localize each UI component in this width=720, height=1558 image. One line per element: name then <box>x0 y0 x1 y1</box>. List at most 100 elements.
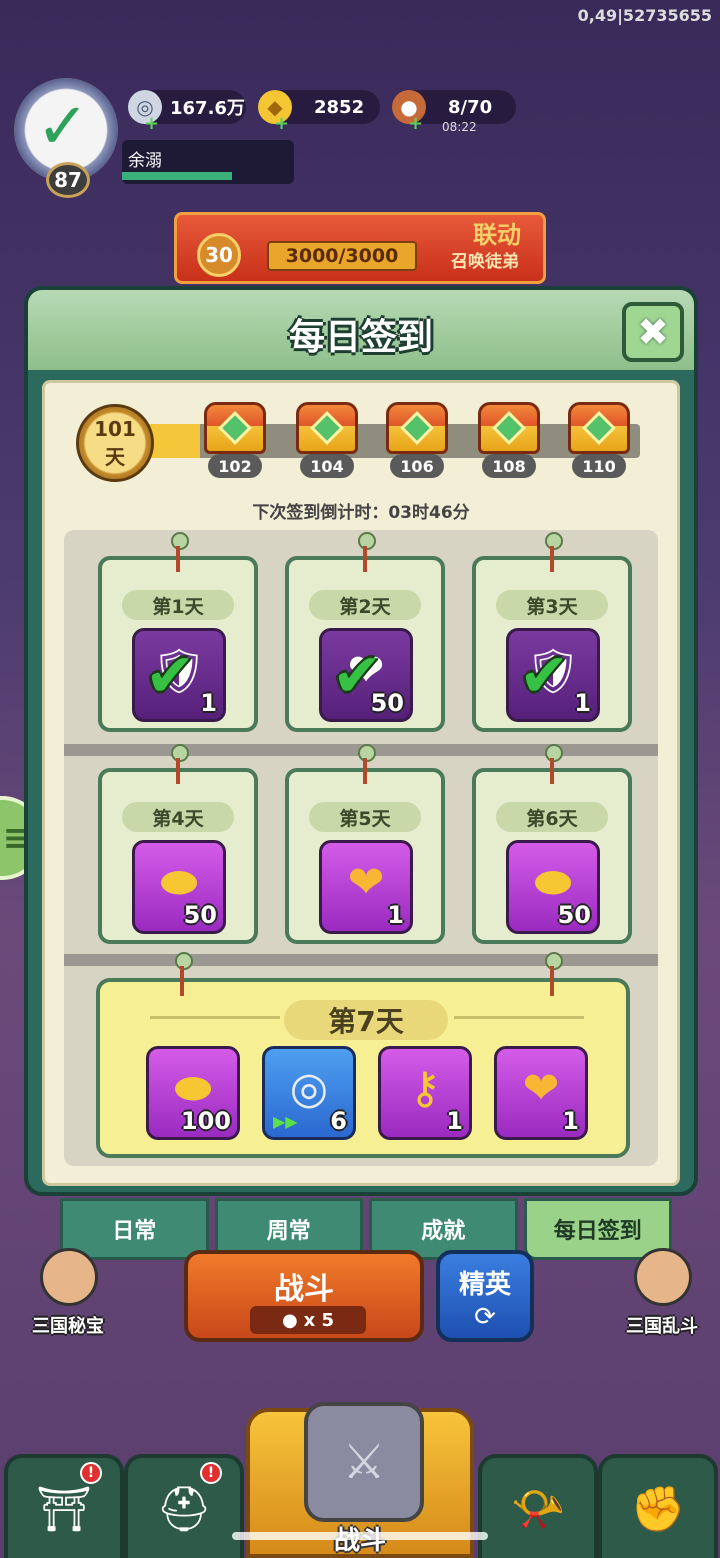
milestone-chest[interactable]: 104 <box>296 402 358 482</box>
side-entry-label: 三国乱斗 <box>626 1316 698 1337</box>
elite-label: 精英 <box>458 1270 511 1300</box>
crossed-swords-icon: ⚔ <box>304 1402 424 1522</box>
pin-icon <box>545 952 563 996</box>
day-card-6[interactable]: 第6天 ⬬ 50 <box>472 744 632 944</box>
battle-cost: ● x 5 <box>250 1306 366 1334</box>
player-name: 余溺 <box>128 151 162 171</box>
nav-shop[interactable]: ⛩ ! <box>4 1454 124 1558</box>
coin-counter[interactable]: ◎ 167.6万 + <box>128 90 246 134</box>
event-tag: 联动 <box>473 221 521 249</box>
character-portrait <box>40 1248 98 1306</box>
pin-icon <box>171 532 189 572</box>
day-label: 第6天 <box>496 802 608 832</box>
streak-days: 101 <box>94 417 136 441</box>
debug-readout: 0,49|52735655 <box>577 6 712 25</box>
helmet-icon: ⛑ <box>156 1484 212 1535</box>
battle-button[interactable]: 战斗 ● x 5 <box>184 1250 424 1342</box>
event-subtitle: 召唤徒弟 <box>451 252 519 272</box>
reward-qty: 100 <box>180 1107 231 1135</box>
ingot-counter[interactable]: ◆ 2852 + <box>258 90 380 134</box>
player-level: 87 <box>46 162 90 198</box>
checkmark-icon: ✓ <box>36 90 90 164</box>
notification-badge: ! <box>80 1462 102 1484</box>
add-coin-icon[interactable]: + <box>144 113 159 134</box>
add-ingot-icon[interactable]: + <box>274 113 289 134</box>
player-avatar[interactable]: ✓ 87 <box>6 72 126 200</box>
day-label: 第5天 <box>309 802 421 832</box>
ingot-value: 2852 <box>314 96 365 118</box>
day-card-5[interactable]: 第5天 ❤ 1 <box>285 744 445 944</box>
row-divider <box>64 954 658 966</box>
nav-upgrade[interactable]: ✊ <box>598 1454 718 1558</box>
dialog-header: 每日签到 ✖ <box>28 290 694 374</box>
event-level-badge: 30 <box>197 233 241 277</box>
fast-forward-icon: ▶▶ <box>273 1112 298 1131</box>
day-card-4[interactable]: 第4天 ⬬ 50 <box>98 744 258 944</box>
event-banner[interactable]: 30 3000/3000 联动 召唤徒弟 <box>174 212 546 284</box>
reward-item[interactable]: ⚷ 1 <box>378 1046 472 1140</box>
reward-qty: 1 <box>446 1107 463 1135</box>
milestone-day: 104 <box>300 454 354 478</box>
reward-qty: 1 <box>200 689 217 717</box>
elite-button[interactable]: 精英 ⟳ <box>436 1250 534 1342</box>
reward-qty: 50 <box>370 689 404 717</box>
reward-item[interactable]: ❤ 1 <box>319 840 413 934</box>
day-card-3[interactable]: 第3天 🛡 ✔ 1 <box>472 532 632 732</box>
dialog-title: 每日签到 <box>288 317 433 358</box>
day-label: 第7天 <box>284 1000 448 1040</box>
milestone-chest[interactable]: 106 <box>386 402 448 482</box>
close-icon: ✖ <box>637 310 669 354</box>
add-stamina-icon[interactable]: + <box>408 113 423 134</box>
day-label: 第1天 <box>122 590 234 620</box>
battle-cost-value: x 5 <box>303 1309 335 1331</box>
reward-item[interactable]: ❤ ✔ 50 <box>319 628 413 722</box>
decor-line <box>454 1016 584 1019</box>
reward-item[interactable]: 🛡 ✔ 1 <box>132 628 226 722</box>
stamina-value: 8/70 <box>448 96 493 118</box>
day-card-2[interactable]: 第2天 ❤ ✔ 50 <box>285 532 445 732</box>
notification-badge: ! <box>200 1462 222 1484</box>
streak-unit: 天 <box>105 445 125 469</box>
reward-item[interactable]: ◎ ▶▶ 6 <box>262 1046 356 1140</box>
nav-heroes[interactable]: ⛑ ! <box>124 1454 244 1558</box>
pin-icon <box>175 952 193 996</box>
claimed-check-icon: ✔ <box>519 641 570 711</box>
meat-icon: ● <box>281 1309 298 1331</box>
milestone-chest[interactable]: 110 <box>568 402 630 482</box>
horn-icon: 📯 <box>510 1484 566 1535</box>
reward-item[interactable]: ⬬ 50 <box>132 840 226 934</box>
reward-item[interactable]: 🛡 ✔ 1 <box>506 628 600 722</box>
reward-item[interactable]: ⬬ 50 <box>506 840 600 934</box>
close-button[interactable]: ✖ <box>622 302 684 362</box>
exp-bar <box>122 172 232 180</box>
decor-line <box>150 1016 280 1019</box>
milestone-chest[interactable]: 108 <box>478 402 540 482</box>
nav-equipment[interactable]: 📯 <box>478 1454 598 1558</box>
home-indicator[interactable] <box>232 1532 488 1540</box>
reward-item[interactable]: ❤ 1 <box>494 1046 588 1140</box>
stamina-counter[interactable]: ● 8/70 + <box>392 90 516 134</box>
next-checkin-countdown: 下次签到倒计时：03时46分 <box>252 503 470 523</box>
player-name-bar: 余溺 <box>122 140 294 184</box>
bottom-nav: ⛩ ! ⛑ ! ⚔ 战斗 📯 ✊ <box>0 1402 720 1558</box>
battle-label: 战斗 <box>274 1272 334 1307</box>
stamina-timer: 08:22 <box>442 120 477 134</box>
shop-icon: ⛩ <box>36 1484 92 1535</box>
side-entry-brawl[interactable]: 三国乱斗 <box>612 1248 712 1338</box>
pin-icon <box>545 532 563 572</box>
day-label: 第2天 <box>309 590 421 620</box>
milestone-chest[interactable]: 102 <box>204 402 266 482</box>
pin-icon <box>171 744 189 784</box>
reward-qty: 50 <box>183 901 217 929</box>
pin-icon <box>545 744 563 784</box>
pin-icon <box>358 532 376 572</box>
day-card-7[interactable]: 第7天 ⬬ 100 ◎ ▶▶ 6 ⚷ 1 ❤ 1 <box>96 952 630 1158</box>
streak-medal: 101 天 <box>76 404 154 482</box>
milestone-day: 102 <box>208 454 262 478</box>
milestone-day: 108 <box>482 454 536 478</box>
daily-checkin-dialog: 每日签到 ✖ 101 天 102 104 106 108 110 下次签到倒计时… <box>24 286 698 1196</box>
reward-item[interactable]: ⬬ 100 <box>146 1046 240 1140</box>
day-card-1[interactable]: 第1天 🛡 ✔ 1 <box>98 532 258 732</box>
side-entry-treasure[interactable]: 三国秘宝 <box>18 1248 118 1338</box>
reward-qty: 6 <box>330 1107 347 1135</box>
